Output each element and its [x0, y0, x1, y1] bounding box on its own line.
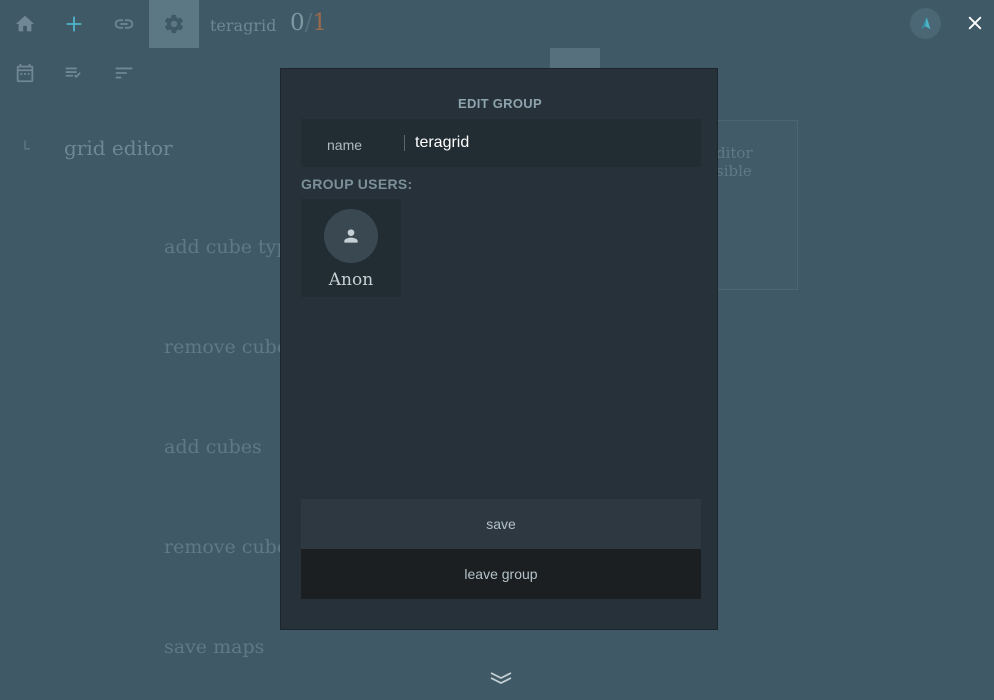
peek-tab-3[interactable] — [650, 48, 700, 68]
logo-icon — [921, 16, 930, 29]
action-save-maps[interactable]: save maps — [164, 636, 264, 658]
home-button[interactable] — [0, 0, 50, 48]
checklist-icon — [65, 67, 81, 79]
action-remove-cubes[interactable]: remove cube — [164, 536, 288, 558]
grid-editor-title: grid editor — [64, 136, 173, 160]
edit-group-dialog: EDIT GROUP name GROUP USERS: Anon save l… — [280, 68, 718, 630]
close-icon — [968, 16, 982, 30]
link-icon — [114, 19, 134, 29]
expand-button[interactable] — [488, 668, 514, 688]
peek-tab-2[interactable] — [600, 48, 650, 68]
close-button[interactable] — [962, 10, 988, 36]
gear-icon — [164, 14, 183, 34]
editor-info-line: ditor — [716, 144, 753, 162]
settings-button[interactable] — [149, 0, 199, 48]
sort-icon — [115, 67, 133, 79]
calendar-button[interactable] — [0, 52, 50, 94]
action-add-cubes[interactable]: add cubes — [164, 436, 262, 458]
sort-button[interactable] — [99, 52, 149, 94]
leave-group-button[interactable]: leave group — [301, 549, 701, 599]
calendar-icon — [16, 63, 34, 83]
user-name: Anon — [328, 270, 374, 290]
person-icon — [344, 229, 358, 243]
add-icon — [66, 16, 82, 32]
user-card[interactable]: Anon — [301, 199, 401, 297]
peek-tab-1[interactable] — [550, 48, 600, 68]
current-group-name[interactable]: teragrid — [210, 16, 276, 35]
save-button[interactable]: save — [301, 499, 701, 549]
dialog-title: EDIT GROUP — [458, 96, 542, 111]
link-button[interactable] — [99, 0, 149, 48]
editor-info-line: sible — [716, 162, 752, 180]
name-field-label: name — [327, 137, 363, 153]
group-users-label: GROUP USERS: — [301, 176, 413, 192]
counter-total: 1 — [312, 10, 328, 36]
avatar — [324, 209, 378, 263]
add-button[interactable] — [49, 0, 99, 48]
field-divider — [404, 135, 405, 151]
app-logo-button[interactable] — [910, 8, 941, 39]
counter-current: 0 — [290, 10, 305, 36]
home-icon — [15, 15, 35, 32]
top-bar: teragrid 0/1 — [0, 0, 994, 48]
double-chevron-down-icon — [490, 672, 512, 685]
action-remove-cube-type[interactable]: remove cube — [164, 336, 288, 358]
editor-info-text: ditor sible — [716, 144, 753, 180]
return-arrow-icon: └ — [20, 140, 30, 156]
name-field-row: name — [301, 119, 701, 167]
action-add-cube-type[interactable]: add cube typ — [164, 236, 289, 258]
checklist-button[interactable] — [49, 52, 99, 94]
cube-counter: 0/1 — [290, 10, 327, 36]
group-name-input[interactable] — [415, 131, 685, 155]
